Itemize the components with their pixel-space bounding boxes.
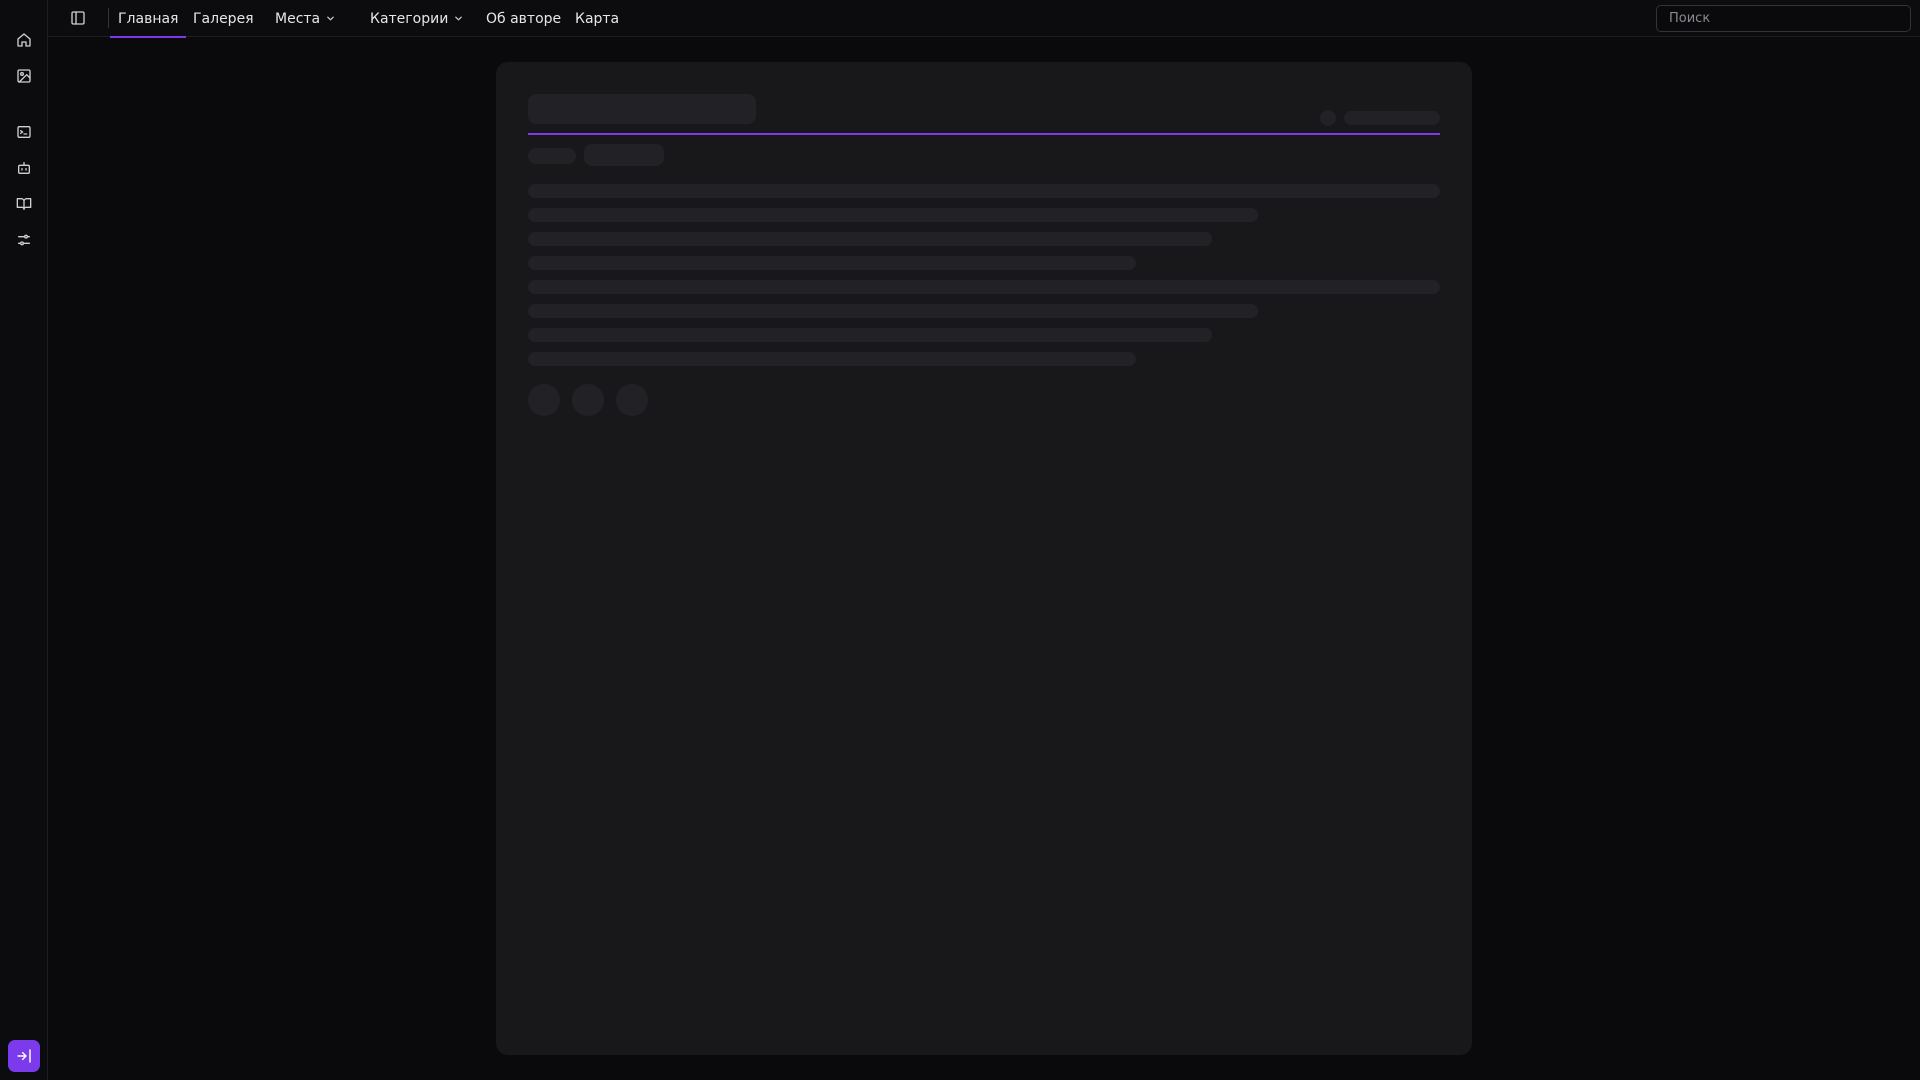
- nav-label: Галерея: [193, 10, 254, 27]
- skeleton-title: [528, 94, 756, 124]
- skeleton-line: [528, 352, 1136, 366]
- skeleton-action: [528, 384, 560, 416]
- nav-item-gallery[interactable]: Галерея: [193, 0, 254, 37]
- robot-icon[interactable]: [12, 156, 36, 180]
- skeleton-line: [528, 232, 1212, 246]
- search-input[interactable]: [1656, 5, 1911, 32]
- chevron-down-icon: [454, 14, 463, 23]
- nav-label: Об авторе: [486, 10, 562, 27]
- login-button[interactable]: [8, 1040, 40, 1072]
- skeleton-line: [528, 256, 1136, 270]
- nav-item-categories[interactable]: Категории: [370, 0, 463, 37]
- left-rail: [0, 0, 48, 1080]
- skeleton-avatar: [1320, 110, 1336, 126]
- skeleton-action: [572, 384, 604, 416]
- skeleton-line: [528, 280, 1440, 294]
- nav-item-about[interactable]: Об авторе: [486, 0, 561, 37]
- nav-label: Места: [275, 10, 321, 27]
- nav-item-places[interactable]: Места: [275, 0, 335, 37]
- sidebar-toggle-icon[interactable]: [68, 8, 88, 28]
- accent-divider: [528, 133, 1440, 135]
- home-icon[interactable]: [12, 28, 36, 52]
- chevron-down-icon: [326, 14, 335, 23]
- skeleton-action: [616, 384, 648, 416]
- login-icon: [16, 1048, 32, 1064]
- skeleton-tag: [528, 148, 576, 164]
- skeleton-tag: [584, 144, 664, 166]
- skeleton-line: [528, 328, 1212, 342]
- nav-label: Главная: [118, 10, 179, 27]
- skeleton-line: [528, 304, 1258, 318]
- image-icon[interactable]: [12, 64, 36, 88]
- content-card-skeleton: [496, 62, 1472, 1055]
- nav-item-map[interactable]: Карта: [575, 0, 619, 37]
- sliders-icon[interactable]: [12, 228, 36, 252]
- terminal-icon[interactable]: [12, 120, 36, 144]
- skeleton-line: [528, 184, 1440, 198]
- nav-item-home[interactable]: Главная: [109, 0, 188, 38]
- skeleton-line: [528, 208, 1258, 222]
- top-bar: Главная Галерея Места Категории Об автор…: [48, 0, 1920, 38]
- divider: [108, 8, 109, 28]
- nav-label: Карта: [575, 10, 620, 27]
- nav-label: Категории: [370, 10, 449, 27]
- book-icon[interactable]: [12, 192, 36, 216]
- skeleton-meta: [1344, 111, 1440, 125]
